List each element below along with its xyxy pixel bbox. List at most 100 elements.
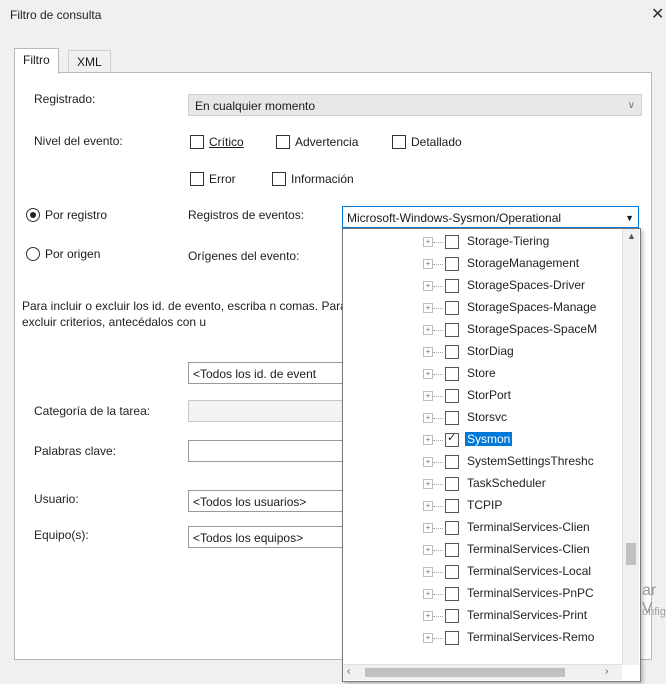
scroll-left-icon[interactable]: ‹ <box>347 666 350 677</box>
palabras-input[interactable] <box>188 440 343 462</box>
usuario-input[interactable]: <Todos los usuarios> <box>188 490 343 512</box>
checkbox[interactable] <box>445 609 459 623</box>
list-item-label: Storsvc <box>467 410 508 424</box>
close-icon[interactable]: ✕ <box>651 4 664 24</box>
list-item[interactable]: + TerminalServices-Clien <box>343 517 623 539</box>
event-log-dropdown[interactable]: + Storage-Tiering + StorageManagement + Sto… <box>342 228 641 682</box>
window-title: Filtro de consulta <box>10 8 102 22</box>
checkbox[interactable] <box>392 135 406 149</box>
checkbox[interactable] <box>445 389 459 403</box>
tab-filtro[interactable]: Filtro <box>14 48 59 74</box>
checkbox[interactable] <box>445 521 459 535</box>
list-item-label: StorDiag <box>467 344 514 358</box>
checkbox[interactable] <box>445 411 459 425</box>
categoria-select[interactable] <box>188 400 343 422</box>
checkbox[interactable] <box>445 235 459 249</box>
scroll-thumb[interactable] <box>626 543 636 565</box>
horizontal-scrollbar[interactable]: ‹ › <box>343 664 622 680</box>
level-error[interactable]: Error <box>190 172 236 186</box>
list-item-label: Store <box>467 366 496 380</box>
radio-label: Por origen <box>45 247 101 261</box>
radio-por-registro[interactable]: Por registro <box>26 208 107 222</box>
list-item[interactable]: + TerminalServices-Clien <box>343 539 623 561</box>
checkbox[interactable] <box>445 367 459 381</box>
radio-button[interactable] <box>26 247 40 261</box>
scroll-right-icon[interactable]: › <box>605 666 608 677</box>
scroll-up-icon[interactable]: ▲ <box>627 231 636 241</box>
list-item[interactable]: + TaskScheduler <box>343 473 623 495</box>
vertical-scrollbar[interactable]: ▲ <box>622 229 639 665</box>
checkbox-checked[interactable]: ✓ <box>445 432 459 447</box>
list-item[interactable]: + TerminalServices-PnPC <box>343 583 623 605</box>
list-item[interactable]: + TerminalServices-Print <box>343 605 623 627</box>
palabras-label: Palabras clave: <box>34 444 117 458</box>
list-item-label: TerminalServices-Local <box>467 564 592 578</box>
list-item-label: TerminalServices-Clien <box>467 542 590 556</box>
list-item[interactable]: + StorDiag <box>343 341 623 363</box>
checkbox[interactable] <box>445 279 459 293</box>
checkbox[interactable] <box>445 257 459 271</box>
checkbox[interactable] <box>445 631 459 645</box>
checkbox[interactable] <box>445 323 459 337</box>
list-item-label: TaskScheduler <box>467 476 546 490</box>
list-item[interactable]: + StorageSpaces-Driver <box>343 275 623 297</box>
registros-combo[interactable]: Microsoft-Windows-Sysmon/Operational ▼ <box>342 206 639 228</box>
list-item[interactable]: + StorageManagement <box>343 253 623 275</box>
checkbox[interactable] <box>190 135 204 149</box>
checkbox[interactable] <box>445 455 459 469</box>
level-critico[interactable]: Crítico <box>190 135 244 149</box>
list-item-label: StorageSpaces-Manage <box>467 300 597 314</box>
list-item[interactable]: + Storsvc <box>343 407 623 429</box>
level-advertencia[interactable]: Advertencia <box>276 135 358 149</box>
event-ids-input[interactable]: <Todos los id. de event <box>188 362 343 384</box>
list-item-sysmon[interactable]: + ✓ Sysmon <box>343 429 623 451</box>
checkbox[interactable] <box>272 172 286 186</box>
list-item[interactable]: + StorPort <box>343 385 623 407</box>
equipo-input[interactable]: <Todos los equipos> <box>188 526 343 548</box>
radio-label: Por registro <box>45 208 108 222</box>
list-item-label: StorageSpaces-SpaceM <box>467 322 598 336</box>
dropdown-arrow-icon[interactable]: ▼ <box>625 207 634 227</box>
list-item[interactable]: + StorageSpaces-SpaceM <box>343 319 623 341</box>
checkbox[interactable] <box>445 587 459 601</box>
checkbox[interactable] <box>445 477 459 491</box>
chevron-down-icon: ∨ <box>627 100 635 111</box>
list-item[interactable]: + TCPIP <box>343 495 623 517</box>
checkbox[interactable] <box>445 543 459 557</box>
level-detallado[interactable]: Detallado <box>392 135 462 149</box>
level-label: Crítico <box>209 135 244 149</box>
tab-xml[interactable]: XML <box>68 50 111 73</box>
checkbox[interactable] <box>445 499 459 513</box>
registrado-select[interactable]: En cualquier momento ∨ <box>188 94 642 116</box>
list-item-label: TerminalServices-Remo <box>467 630 595 644</box>
list-item-label: SystemSettingsThreshc <box>467 454 594 468</box>
radio-por-origen[interactable]: Por origen <box>26 247 100 261</box>
usuario-label: Usuario: <box>34 492 79 506</box>
list-item[interactable]: + TerminalServices-Local <box>343 561 623 583</box>
description-text: Para incluir o excluir los id. de evento… <box>22 299 347 329</box>
list-item[interactable]: + TerminalServices-Remo <box>343 627 623 649</box>
checkbox[interactable] <box>445 565 459 579</box>
checkbox[interactable] <box>445 345 459 359</box>
list-item[interactable]: + Store <box>343 363 623 385</box>
level-label: Información <box>291 172 354 186</box>
list-item[interactable]: + Storage-Tiering <box>343 231 623 253</box>
list-item-label: TerminalServices-Print <box>467 608 588 622</box>
level-label: Advertencia <box>295 135 359 149</box>
list-item-label: StorPort <box>467 388 512 402</box>
list-item[interactable]: + SystemSettingsThreshc <box>343 451 623 473</box>
checkbox[interactable] <box>190 172 204 186</box>
radio-button[interactable] <box>26 208 40 222</box>
list-item-label: StorageManagement <box>467 256 580 270</box>
checkbox[interactable] <box>276 135 290 149</box>
level-label: Error <box>209 172 236 186</box>
level-informacion[interactable]: Información <box>272 172 354 186</box>
origenes-label: Orígenes del evento: <box>188 249 300 263</box>
registros-value: Microsoft-Windows-Sysmon/Operational <box>347 211 562 225</box>
list-item[interactable]: + StorageSpaces-Manage <box>343 297 623 319</box>
list-item-label: StorageSpaces-Driver <box>467 278 586 292</box>
checkbox[interactable] <box>445 301 459 315</box>
scroll-thumb-horizontal[interactable] <box>365 668 565 677</box>
activation-watermark-sub: onfigu <box>642 606 666 618</box>
level-label: Detallado <box>411 135 462 149</box>
